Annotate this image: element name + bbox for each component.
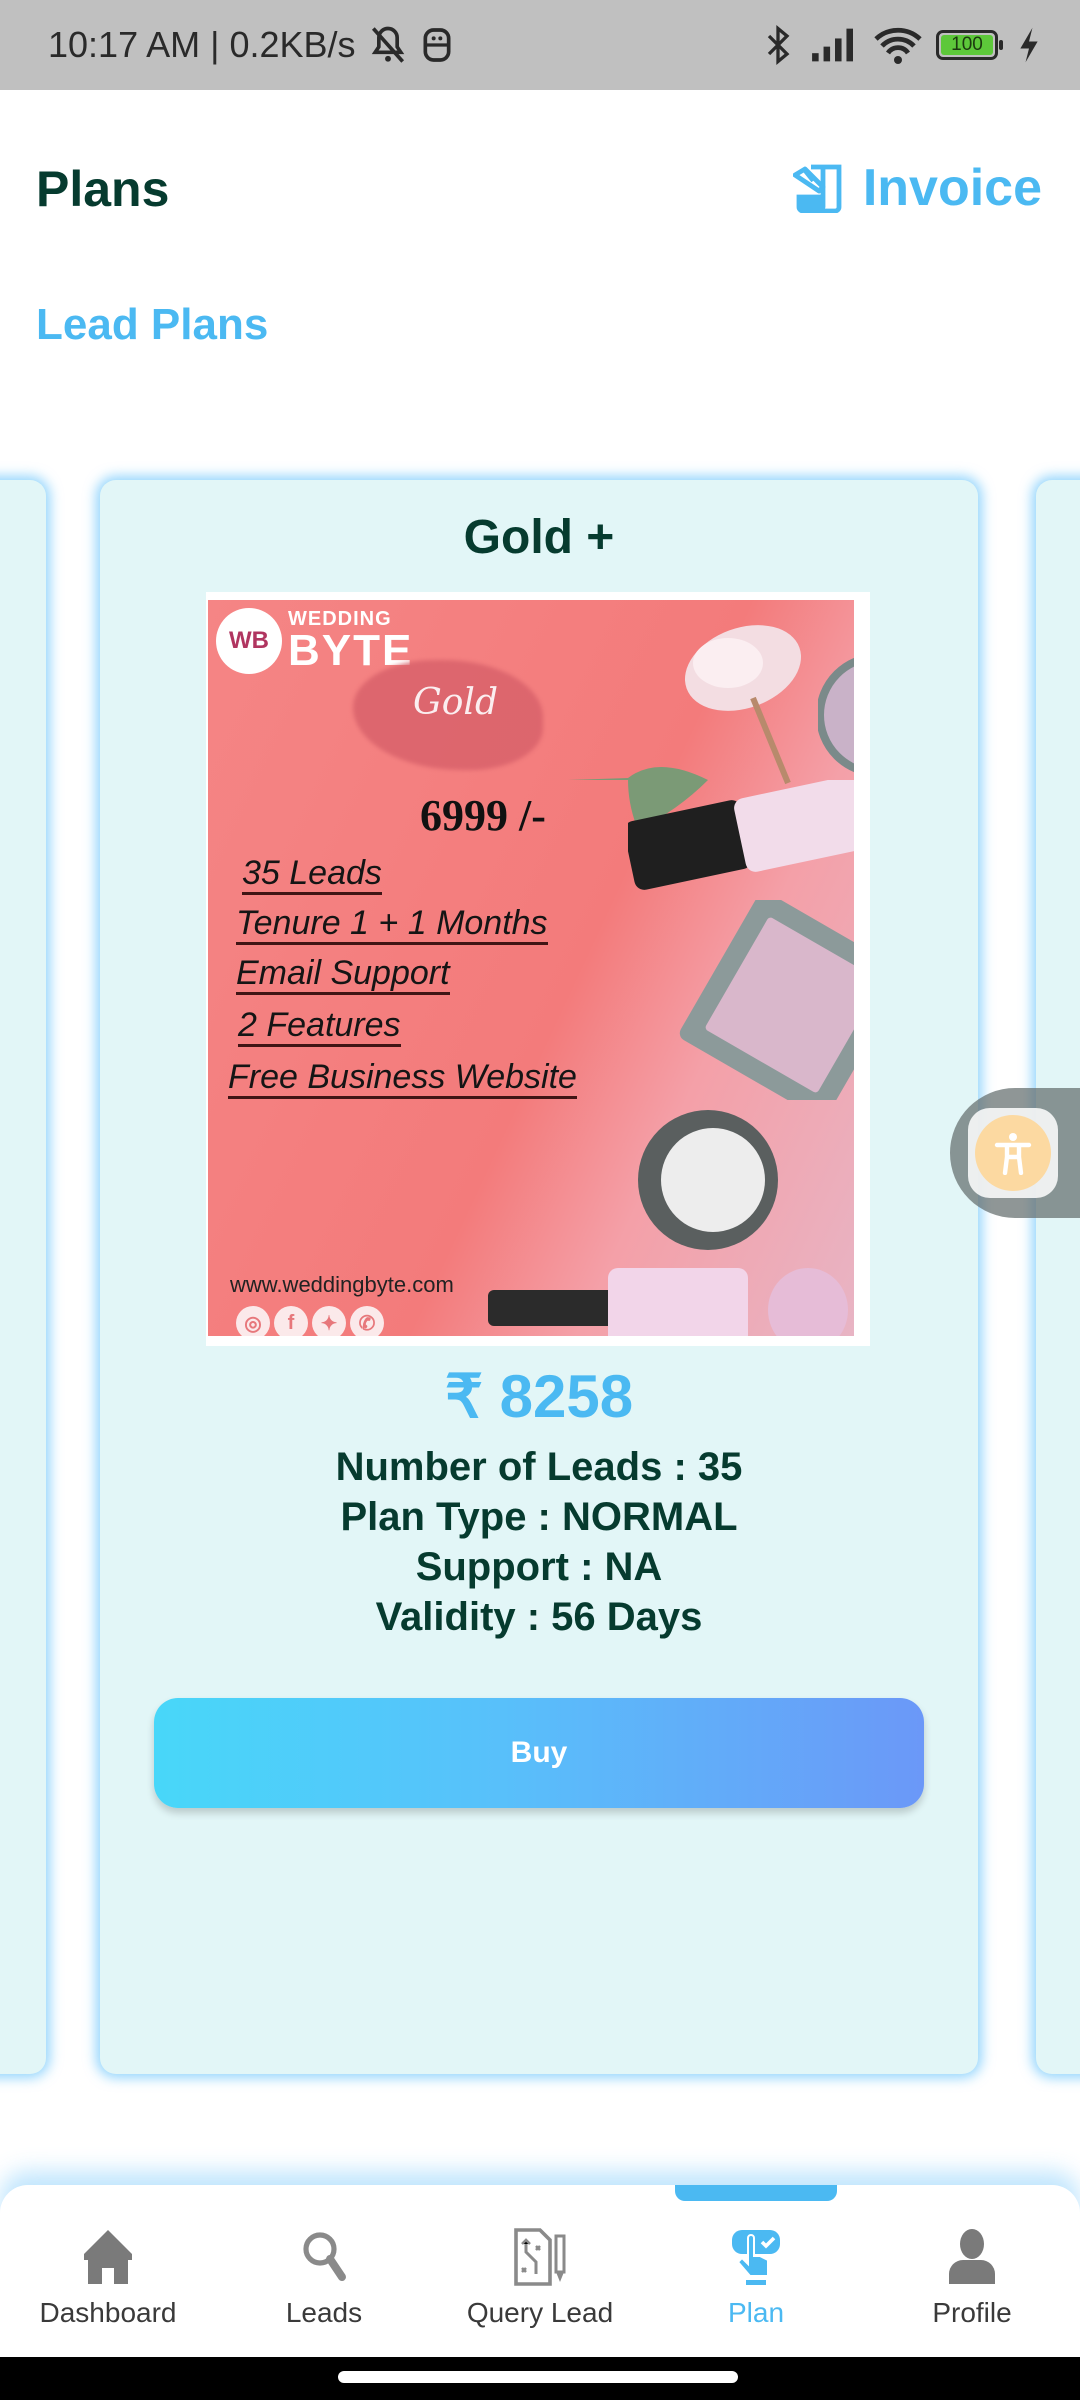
status-bar: 10:17 AM | 0.2KB/s 100 bbox=[0, 0, 1080, 90]
nav-label-dashboard: Dashboard bbox=[39, 2297, 177, 2328]
battery-icon: 100 bbox=[936, 30, 1003, 60]
banner-price: 6999 /- bbox=[420, 791, 546, 840]
plan-detail-validity: Validity : 56 Days bbox=[375, 1595, 703, 1639]
plan-banner-image: WB WEDDING BYTE Gold 6999 /- 35 Leads Te… bbox=[206, 592, 870, 1346]
brand-initials: WB bbox=[216, 608, 282, 674]
home-icon bbox=[84, 2230, 132, 2284]
wifi-icon bbox=[874, 27, 922, 64]
plan-details: Number of Leads : 35 Plan Type : NORMAL … bbox=[100, 1442, 978, 1642]
section-title: Lead Plans bbox=[36, 300, 269, 349]
sim-icon bbox=[423, 28, 451, 62]
page-title: Plans bbox=[36, 161, 170, 217]
home-gesture-handle[interactable] bbox=[338, 2371, 738, 2383]
plan-price: ₹ 8258 bbox=[444, 1363, 634, 1430]
battery-level: 100 bbox=[941, 35, 993, 55]
plan-detail-support: Support : NA bbox=[415, 1545, 663, 1589]
bottom-navigation: Dashboard Leads Query Lead Plan Profile bbox=[0, 2185, 1080, 2357]
nail-polish-icon bbox=[488, 1268, 848, 1336]
twitter-icon: ✦ bbox=[312, 1306, 346, 1336]
nav-item-query-lead[interactable]: Query Lead bbox=[432, 2185, 648, 2357]
network-speed: 0.2KB/s bbox=[229, 24, 356, 65]
banner-socials: ◎ f ✦ ✆ bbox=[236, 1306, 384, 1336]
banner-feature: Tenure 1 + 1 Months bbox=[236, 905, 548, 945]
signal-icon bbox=[812, 28, 853, 62]
plan-touch-icon bbox=[732, 2230, 780, 2285]
compact-case-icon bbox=[818, 657, 854, 773]
system-gesture-bar bbox=[0, 2357, 1080, 2400]
plan-card: Gold + WB WEDDING BYTE Gold 6999 /- 35 L… bbox=[100, 480, 978, 2074]
charging-icon bbox=[1020, 27, 1038, 63]
nav-item-plan[interactable]: Plan bbox=[648, 2185, 864, 2357]
bluetooth-icon bbox=[767, 24, 790, 66]
invoice-label: Invoice bbox=[862, 159, 1042, 217]
eyeshadow-palette-icon bbox=[679, 900, 854, 1100]
nav-label-leads: Leads bbox=[285, 2297, 363, 2328]
banner-feature: Free Business Website bbox=[228, 1059, 577, 1099]
search-icon bbox=[303, 2232, 346, 2281]
invoice-icon bbox=[792, 164, 842, 213]
nav-item-dashboard[interactable]: Dashboard bbox=[0, 2185, 216, 2357]
plan-card-next[interactable] bbox=[1036, 480, 1080, 2074]
query-plan-icon bbox=[514, 2228, 566, 2286]
plan-detail-type: Plan Type : NORMAL bbox=[340, 1495, 738, 1539]
page-header: Plans Invoice Lead Plans bbox=[0, 90, 1080, 349]
nav-item-profile[interactable]: Profile bbox=[864, 2185, 1080, 2357]
facebook-icon: f bbox=[274, 1306, 308, 1336]
banner-feature: 2 Features bbox=[238, 1007, 401, 1047]
brand-logo: WB WEDDING BYTE bbox=[216, 608, 413, 674]
nav-label-query-lead: Query Lead bbox=[466, 2297, 614, 2328]
instagram-icon: ◎ bbox=[236, 1306, 270, 1336]
clock: 10:17 AM bbox=[48, 24, 201, 65]
pressed-powder-icon bbox=[638, 1110, 778, 1250]
banner-feature: Email Support bbox=[236, 955, 450, 995]
plan-title: Gold + bbox=[463, 511, 615, 564]
invoice-button[interactable]: Invoice bbox=[792, 158, 1042, 218]
banner-feature: 35 Leads bbox=[242, 855, 382, 895]
mute-bell-icon bbox=[371, 26, 404, 63]
nav-label-plan: Plan bbox=[727, 2297, 785, 2328]
spray-bottle-icon bbox=[628, 780, 854, 890]
accessibility-icon bbox=[994, 1133, 1032, 1175]
whatsapp-icon: ✆ bbox=[350, 1306, 384, 1336]
plan-detail-leads: Number of Leads : 35 bbox=[335, 1445, 743, 1489]
user-icon bbox=[949, 2229, 995, 2284]
status-separator: | bbox=[210, 24, 220, 65]
banner-website: www.weddingbyte.com bbox=[230, 1272, 454, 1297]
nav-label-profile: Profile bbox=[932, 2297, 1012, 2328]
accessibility-floating-button[interactable] bbox=[950, 1088, 1080, 1218]
tier-label: Gold bbox=[413, 682, 498, 723]
buy-button[interactable]: Buy bbox=[154, 1698, 924, 1808]
plan-card-previous[interactable] bbox=[0, 480, 46, 2074]
nav-item-leads[interactable]: Leads bbox=[216, 2185, 432, 2357]
active-tab-indicator bbox=[675, 2185, 837, 2201]
